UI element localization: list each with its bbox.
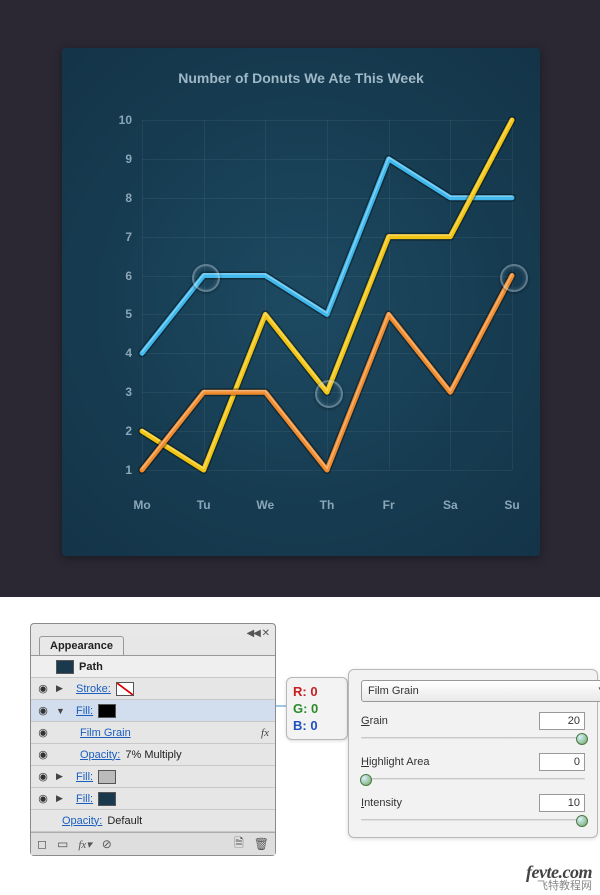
y-tick-label: 6 — [125, 269, 132, 283]
fx-slider: Highlight Area 0 — [361, 753, 585, 784]
chart-title: Number of Donuts We Ate This Week — [62, 70, 540, 86]
visibility-icon[interactable]: ◉ — [35, 792, 51, 806]
fx-slider-value[interactable]: 20 — [539, 712, 585, 730]
x-tick-label: Su — [504, 498, 519, 512]
y-tick-label: 8 — [125, 191, 132, 205]
add-fx-icon[interactable]: fx▾ — [78, 838, 91, 851]
expand-icon[interactable]: ▶ — [56, 683, 65, 694]
fill-label-3[interactable]: Fill: — [76, 793, 93, 805]
gridline-v — [389, 120, 390, 470]
fill-swatch-dark[interactable] — [98, 792, 116, 806]
x-tick-label: We — [256, 498, 274, 512]
opacity-obj-label[interactable]: Opacity: — [62, 815, 102, 827]
x-tick-label: Fr — [383, 498, 395, 512]
effect-select-value: Film Grain — [368, 685, 419, 697]
rgb-r: R: 0 — [293, 683, 341, 700]
chart-plot-area: 10987654321MoTuWeThFrSaSu — [142, 120, 512, 470]
gridline-v — [512, 120, 513, 470]
appearance-body: Path ◉ ▶ Stroke: ◉ ▼ Fill: ◉ Film Grain … — [31, 655, 275, 855]
no-stroke-icon[interactable]: ◻ — [37, 837, 47, 851]
y-tick-label: 1 — [125, 463, 132, 477]
stroke-thumb-icon[interactable]: ▭ — [57, 837, 68, 851]
fx-slider-value[interactable]: 10 — [539, 794, 585, 812]
opacity-obj-value: Default — [107, 815, 142, 827]
fill-swatch-pattern[interactable] — [98, 770, 116, 784]
appearance-footer: ◻ ▭ fx▾ ⊘ 🗎 🗑 — [31, 832, 275, 855]
fx-slider-value[interactable]: 0 — [539, 753, 585, 771]
expand-icon[interactable]: ▶ — [56, 771, 65, 782]
y-tick-label: 9 — [125, 152, 132, 166]
opacity-fill-row[interactable]: ◉ Opacity: 7% Multiply — [31, 744, 275, 766]
gridline-v — [204, 120, 205, 470]
visibility-icon[interactable]: ◉ — [35, 770, 51, 784]
fx-slider: Intensity 10 — [361, 794, 585, 825]
fx-slider-track[interactable] — [361, 815, 585, 825]
effect-select[interactable]: Film Grain — [361, 680, 600, 702]
fx-slider: Grain 20 — [361, 712, 585, 743]
rgb-badge: R: 0 G: 0 B: 0 — [286, 677, 348, 740]
watermark: fevte.com 飞特教程网 — [526, 865, 592, 893]
gridline-v — [142, 120, 143, 470]
y-tick-label: 7 — [125, 230, 132, 244]
appearance-object: Path — [79, 661, 103, 673]
fx-slider-label: Intensity — [361, 797, 402, 809]
film-grain-panel: Film Grain Grain 20 Highlight Area 0 Intensi… — [348, 669, 598, 838]
clear-icon[interactable]: ⊘ — [102, 837, 112, 851]
chart-card: Number of Donuts We Ate This Week 109876… — [62, 48, 540, 556]
chart-outer-frame: Number of Donuts We Ate This Week 109876… — [0, 0, 600, 597]
stroke-label[interactable]: Stroke: — [76, 683, 111, 695]
y-tick-label: 2 — [125, 424, 132, 438]
fx-slider-label: Highlight Area — [361, 756, 430, 768]
x-tick-label: Mo — [133, 498, 150, 512]
visibility-icon[interactable]: ◉ — [35, 726, 51, 740]
panels-zone: ◀◀ ✕ Appearance Path ◉ ▶ Stroke: ◉ ▼ Fil… — [0, 597, 600, 895]
fill-row-3[interactable]: ◉ ▶ Fill: — [31, 788, 275, 810]
fill-label-2[interactable]: Fill: — [76, 771, 93, 783]
film-grain-row[interactable]: ◉ Film Grain fx — [31, 722, 275, 744]
x-tick-label: Th — [320, 498, 335, 512]
y-tick-label: 3 — [125, 385, 132, 399]
appearance-panel: ◀◀ ✕ Appearance Path ◉ ▶ Stroke: ◉ ▼ Fil… — [30, 623, 276, 856]
gridline-h — [142, 470, 512, 471]
y-tick-label: 4 — [125, 346, 132, 360]
gridline-v — [450, 120, 451, 470]
connector-line — [276, 705, 286, 707]
y-tick-label: 5 — [125, 307, 132, 321]
fx-icon[interactable]: fx — [261, 727, 269, 739]
collapse-icon[interactable]: ▼ — [56, 706, 65, 716]
new-icon[interactable]: 🗎 — [234, 834, 244, 855]
stroke-row[interactable]: ◉ ▶ Stroke: — [31, 678, 275, 700]
visibility-icon[interactable]: ◉ — [35, 748, 51, 762]
x-tick-label: Sa — [443, 498, 458, 512]
film-grain-effect[interactable]: Film Grain — [80, 727, 131, 739]
gridline-v — [327, 120, 328, 470]
opacity-label[interactable]: Opacity: — [80, 749, 120, 761]
opacity-value: 7% Multiply — [125, 749, 181, 761]
stroke-swatch-none[interactable] — [116, 682, 134, 696]
opacity-obj-row[interactable]: Opacity: Default — [31, 810, 275, 832]
x-tick-label: Tu — [197, 498, 211, 512]
fx-slider-label: Grain — [361, 715, 388, 727]
y-tick-label: 10 — [119, 113, 132, 127]
fx-slider-track[interactable] — [361, 774, 585, 784]
appearance-tab[interactable]: Appearance — [39, 636, 124, 655]
visibility-icon[interactable]: ◉ — [35, 682, 51, 696]
appearance-header-row: Path — [31, 656, 275, 678]
fill-swatch-black[interactable] — [98, 704, 116, 718]
panel-flyout-icon[interactable]: ◀◀ ✕ — [246, 628, 269, 639]
object-thumb-icon — [56, 660, 74, 674]
trash-icon[interactable]: 🗑 — [254, 837, 269, 851]
watermark-line1: fevte.com — [526, 865, 592, 879]
fill-row-2[interactable]: ◉ ▶ Fill: — [31, 766, 275, 788]
fx-slider-track[interactable] — [361, 733, 585, 743]
rgb-b: B: 0 — [293, 717, 341, 734]
fill-label[interactable]: Fill: — [76, 705, 93, 717]
expand-icon[interactable]: ▶ — [56, 793, 65, 804]
visibility-icon[interactable]: ◉ — [35, 704, 51, 718]
fill-row-1[interactable]: ◉ ▼ Fill: — [31, 700, 275, 722]
rgb-g: G: 0 — [293, 700, 341, 717]
gridline-v — [265, 120, 266, 470]
